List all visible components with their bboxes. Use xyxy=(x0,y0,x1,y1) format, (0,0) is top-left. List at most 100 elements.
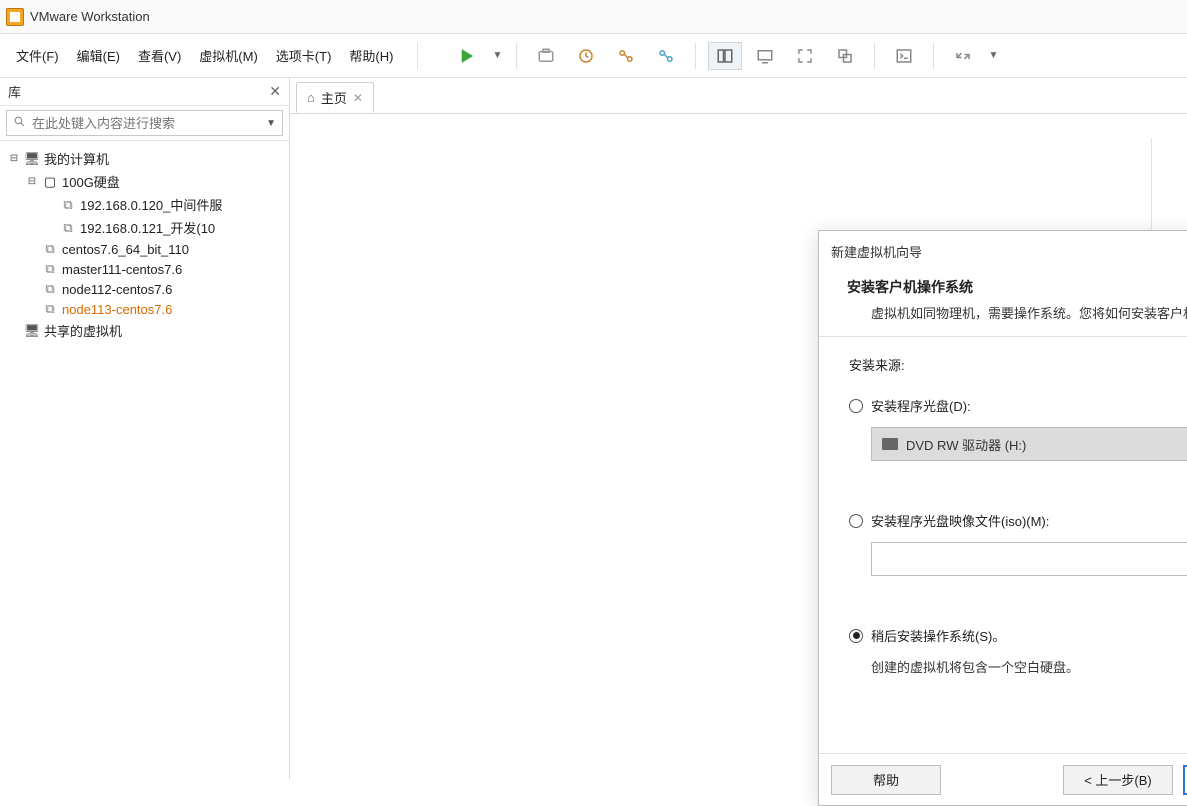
radio-row-disc[interactable]: 安装程序光盘(D): xyxy=(849,396,1187,415)
menu-tabs[interactable]: 选项卡(T) xyxy=(276,46,332,65)
new-vm-wizard-dialog: 新建虚拟机向导 ✕ 安装客户机操作系统 虚拟机如同物理机，需要操作系统。您将如何… xyxy=(818,230,1187,806)
tree-folder-100g[interactable]: ⊟ ▢ 100G硬盘 xyxy=(4,170,285,193)
home-icon: ⌂ xyxy=(307,90,315,105)
menubar: 文件(F) 编辑(E) 查看(V) 虚拟机(M) 选项卡(T) 帮助(H) ▼ … xyxy=(0,34,1187,78)
revert-icon[interactable] xyxy=(569,42,603,70)
app-title: VMware Workstation xyxy=(30,9,150,24)
radio-row-iso[interactable]: 安装程序光盘映像文件(iso)(M): xyxy=(849,511,1187,530)
tree-label: 我的计算机 xyxy=(44,149,109,168)
sidebar-search-row: ▼ xyxy=(0,106,289,141)
dialog-header-title: 安装客户机操作系统 xyxy=(847,277,1187,297)
tree-vm-121[interactable]: ⧉ 192.168.0.121_开发(10 xyxy=(4,216,285,239)
dialog-body: 安装来源: 安装程序光盘(D): DVD RW 驱动器 (H:) ▼ xyxy=(819,337,1187,753)
manage-snapshot-icon[interactable] xyxy=(609,42,643,70)
stretch-icon[interactable] xyxy=(946,42,980,70)
tree-vm-120[interactable]: ⧉ 192.168.0.120_中间件服 xyxy=(4,193,285,216)
power-dropdown[interactable]: ▼ xyxy=(490,42,504,70)
library-tree: ⊟ 🖥 我的计算机 ⊟ ▢ 100G硬盘 ⧉ 192.168.0.120_中间件… xyxy=(0,141,289,348)
fullscreen-icon[interactable] xyxy=(788,42,822,70)
monitor-icon: 🖥 xyxy=(24,151,40,167)
sidebar-close[interactable]: ✕ xyxy=(269,83,281,100)
vm-icon: ⧉ xyxy=(42,281,58,297)
tree-label: 共享的虚拟机 xyxy=(44,321,122,340)
tab-close[interactable]: ✕ xyxy=(353,91,363,105)
vm-icon: ⧉ xyxy=(60,197,76,213)
vm-icon: ⧉ xyxy=(42,261,58,277)
separator xyxy=(933,43,934,69)
search-icon xyxy=(13,115,26,131)
menu-view[interactable]: 查看(V) xyxy=(138,46,181,65)
back-button[interactable]: < 上一步(B) xyxy=(1063,765,1173,795)
option-iso-file: 安装程序光盘映像文件(iso)(M): ▼ 浏览(R)... xyxy=(849,511,1187,576)
radio-disc[interactable] xyxy=(849,399,863,413)
app-icon xyxy=(6,8,24,26)
help-button[interactable]: 帮助 xyxy=(831,765,941,795)
separator xyxy=(417,43,418,69)
option-install-later: 稍后安装操作系统(S)。 创建的虚拟机将包含一个空白硬盘。 xyxy=(849,626,1187,676)
radio-row-later[interactable]: 稍后安装操作系统(S)。 xyxy=(849,626,1187,645)
sidebar-title: 库 xyxy=(8,82,21,101)
view-single-icon[interactable] xyxy=(708,42,742,70)
power-on-button[interactable] xyxy=(450,42,484,70)
tree-label: centos7.6_64_bit_110 xyxy=(62,242,189,257)
menu-edit[interactable]: 编辑(E) xyxy=(77,46,120,65)
dialog-header-sub: 虚拟机如同物理机，需要操作系统。您将如何安装客户机操作系统? xyxy=(847,303,1187,322)
monitor-icon: 🖥 xyxy=(24,323,40,339)
tabstrip: ⌂ 主页 ✕ xyxy=(290,78,1187,114)
drive-combo-value: DVD RW 驱动器 (H:) xyxy=(906,435,1026,454)
radio-later[interactable] xyxy=(849,629,863,643)
tab-label: 主页 xyxy=(321,88,347,107)
install-source-label: 安装来源: xyxy=(849,355,1187,374)
tab-home[interactable]: ⌂ 主页 ✕ xyxy=(296,82,374,113)
sidebar: 库 ✕ ▼ ⊟ 🖥 我的计算机 ⊟ ▢ 100G硬盘 xyxy=(0,78,290,779)
twisty-icon[interactable]: ⊟ xyxy=(26,176,38,187)
radio-later-label: 稍后安装操作系统(S)。 xyxy=(871,626,1005,645)
search-dropdown[interactable]: ▼ xyxy=(266,118,276,129)
unity-icon[interactable] xyxy=(828,42,862,70)
tree-vm-centos110[interactable]: ⧉ centos7.6_64_bit_110 xyxy=(4,239,285,259)
tree-vm-master111[interactable]: ⧉ master111-centos7.6 xyxy=(4,259,285,279)
option-installer-disc: 安装程序光盘(D): DVD RW 驱动器 (H:) ▼ xyxy=(849,396,1187,461)
tree-vm-node113[interactable]: ⧉ node113-centos7.6 xyxy=(4,299,285,319)
sidebar-header: 库 ✕ xyxy=(0,78,289,106)
tree-label: 192.168.0.121_开发(10 xyxy=(80,218,215,237)
dialog-header: 安装客户机操作系统 虚拟机如同物理机，需要操作系统。您将如何安装客户机操作系统? xyxy=(819,271,1187,337)
tree-label: node112-centos7.6 xyxy=(62,282,172,297)
separator xyxy=(516,43,517,69)
separator xyxy=(874,43,875,69)
help-label: 帮助 xyxy=(873,770,899,789)
tree-label: 192.168.0.120_中间件服 xyxy=(80,195,222,214)
menu-file[interactable]: 文件(F) xyxy=(16,46,59,65)
dialog-footer: 帮助 < 上一步(B) 下一步(N) > 取消 xyxy=(819,753,1187,805)
view-console-icon[interactable] xyxy=(748,42,782,70)
main-area: 库 ✕ ▼ ⊟ 🖥 我的计算机 ⊟ ▢ 100G硬盘 xyxy=(0,78,1187,779)
content-area: ⌂ 主页 ✕ ← 接远程 ↖ 新建虚拟机向导 ✕ 安装客户机操作系统 虚拟机如同… xyxy=(290,78,1187,779)
drive-combo[interactable]: DVD RW 驱动器 (H:) ▼ xyxy=(871,427,1187,461)
option-later-desc: 创建的虚拟机将包含一个空白硬盘。 xyxy=(871,657,1187,676)
next-button[interactable]: 下一步(N) > xyxy=(1183,765,1187,795)
folder-icon: ▢ xyxy=(42,174,58,190)
menu-vm[interactable]: 虚拟机(M) xyxy=(199,46,258,65)
drive-icon xyxy=(882,438,898,450)
snapshot-manager-icon[interactable] xyxy=(649,42,683,70)
tree-label: node113-centos7.6 xyxy=(62,302,172,317)
twisty-icon[interactable]: ⊟ xyxy=(8,153,20,164)
toolbar: ▼ ▼ xyxy=(450,42,1000,70)
console-icon[interactable] xyxy=(887,42,921,70)
snapshot-icon[interactable] xyxy=(529,42,563,70)
vm-icon: ⧉ xyxy=(42,241,58,257)
radio-iso[interactable] xyxy=(849,514,863,528)
dialog-title: 新建虚拟机向导 xyxy=(831,242,922,261)
vm-icon: ⧉ xyxy=(42,301,58,317)
iso-path-combo[interactable]: ▼ xyxy=(871,542,1187,576)
search-box[interactable]: ▼ xyxy=(6,110,283,136)
separator xyxy=(695,43,696,69)
stretch-dropdown[interactable]: ▼ xyxy=(986,42,1000,70)
menu-help[interactable]: 帮助(H) xyxy=(349,46,393,65)
tree-vm-node112[interactable]: ⧉ node112-centos7.6 xyxy=(4,279,285,299)
radio-disc-label: 安装程序光盘(D): xyxy=(871,396,971,415)
tree-root-my-computer[interactable]: ⊟ 🖥 我的计算机 xyxy=(4,147,285,170)
search-input[interactable] xyxy=(32,116,260,131)
tree-shared-vms[interactable]: 🖥 共享的虚拟机 xyxy=(4,319,285,342)
dialog-titlebar[interactable]: 新建虚拟机向导 ✕ xyxy=(819,231,1187,271)
